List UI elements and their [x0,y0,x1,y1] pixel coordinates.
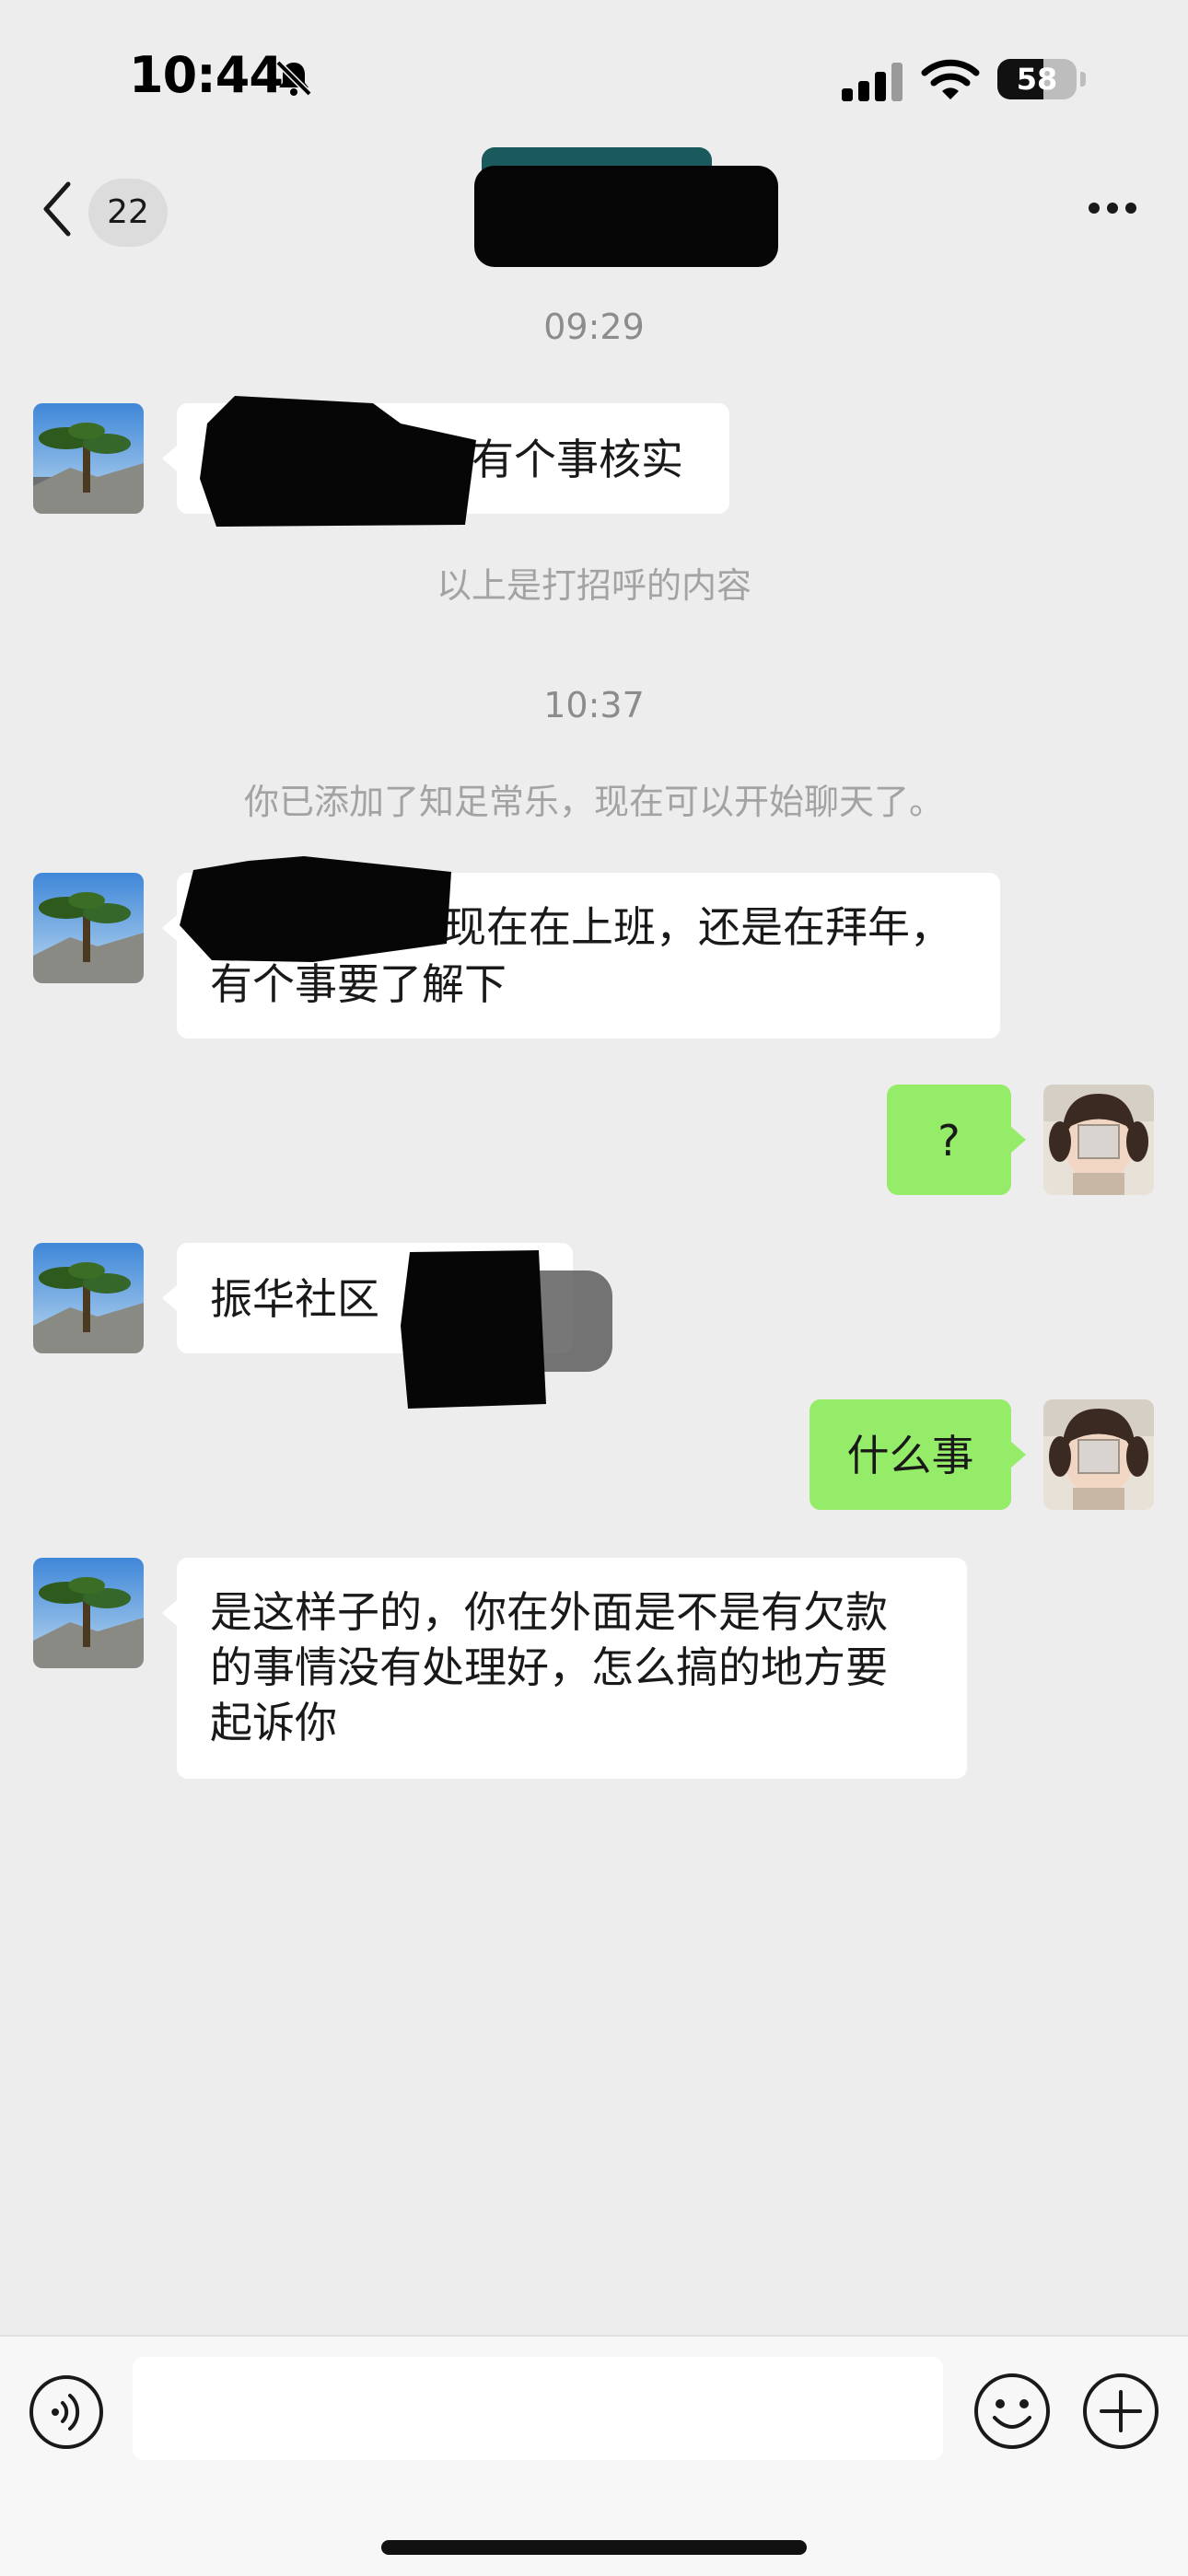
message-text: 有个事核实 [472,435,683,484]
voice-icon[interactable] [28,2373,105,2451]
status-time: 10:44 [129,46,284,104]
message-text: ? [938,1116,961,1166]
battery-icon: 58 [997,59,1077,99]
timestamp: 10:37 [543,685,645,725]
message-text: 的事情没有处理好，怎么搞的地方要 [210,1642,888,1692]
system-note: 以上是打招呼的内容 [436,565,751,606]
bubble-tail [1011,1442,1026,1468]
message-bubble-outgoing[interactable]: ? [887,1085,1011,1195]
signal-icon [842,63,903,101]
bell-slash-icon [275,60,312,97]
wifi-icon [921,59,980,99]
message-text: 什么事 [846,1431,974,1480]
home-indicator[interactable] [381,2540,807,2555]
message-text: 是这样子的，你在外面是不是有欠款 [210,1587,888,1637]
my-avatar[interactable] [1043,1085,1154,1195]
message-text: 现在在上班，还是在拜年， [444,902,952,952]
bubble-tail [162,1600,177,1626]
more-dots-icon[interactable] [1087,199,1138,217]
redaction-mark [401,1250,612,1409]
plus-icon[interactable] [1081,2372,1160,2451]
chat-title-redaction [474,147,778,267]
battery-level: 58 [1016,62,1058,97]
contact-avatar[interactable] [33,1558,144,1668]
message-bubble-incoming[interactable]: 是这样子的，你在外面是不是有欠款 的事情没有处理好，怎么搞的地方要 起诉你 [177,1558,967,1779]
bubble-tail [162,446,177,471]
contact-avatar[interactable] [33,873,144,983]
battery-cap [1080,72,1086,87]
contact-avatar[interactable] [33,403,144,514]
message-text: 振华社区 [210,1274,379,1324]
emoji-icon[interactable] [973,2372,1052,2451]
unread-count-badge[interactable]: 22 [88,179,168,247]
redaction-mark [200,396,476,527]
message-bubble-outgoing[interactable]: 什么事 [809,1399,1011,1510]
timestamp: 09:29 [543,307,645,347]
message-text: 起诉你 [210,1698,337,1747]
bubble-tail [1011,1127,1026,1153]
message-input[interactable] [133,2357,943,2460]
redaction-mark [180,856,451,962]
status-bar: 10:44 58 [0,0,1188,147]
contact-avatar[interactable] [33,1243,144,1353]
system-note: 你已添加了知足常乐，现在可以开始聊天了。 [243,782,944,822]
chat-header: 22 [0,147,1188,276]
bubble-tail [162,1285,177,1311]
my-avatar[interactable] [1043,1399,1154,1510]
chevron-left-icon[interactable] [41,180,74,238]
